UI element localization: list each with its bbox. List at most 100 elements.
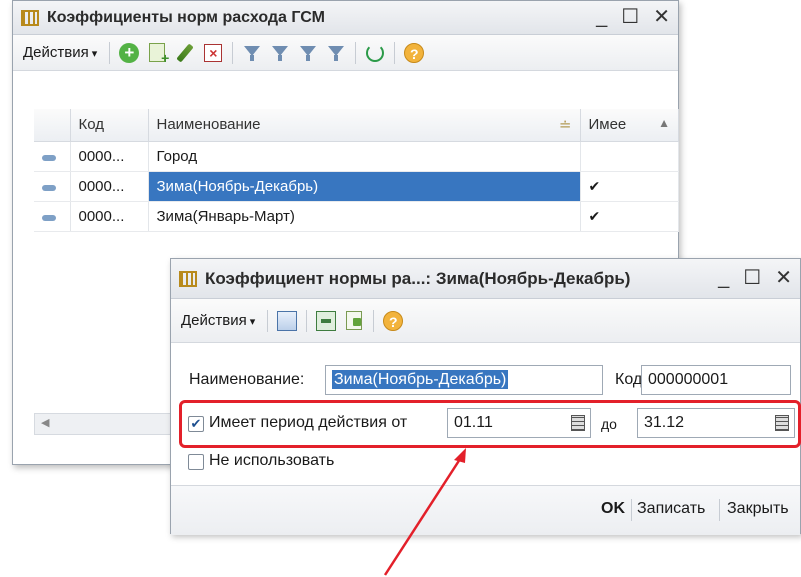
- not-use-label: Не использовать: [209, 452, 335, 469]
- table-row[interactable]: 0000... Зима(Январь-Март) ✔: [34, 201, 679, 232]
- help-icon: ?: [383, 310, 404, 331]
- row-marker: [34, 171, 71, 202]
- table-row[interactable]: 0000... Город: [34, 141, 679, 172]
- ok-button[interactable]: OK: [601, 500, 625, 518]
- name-label: Наименование:: [189, 371, 305, 388]
- name-field[interactable]: Зима(Ноябрь-Декабрь): [325, 365, 603, 395]
- copy-icon: [149, 43, 169, 66]
- refresh-button[interactable]: [364, 42, 386, 64]
- catalog-icon: [21, 9, 39, 26]
- calendar-icon[interactable]: [775, 415, 789, 431]
- period-to-value: 31.12: [644, 414, 685, 431]
- list-window-title: Коэффициенты норм расхода ГСМ: [47, 8, 325, 26]
- filter-clear-button[interactable]: [325, 42, 347, 64]
- row-marker: [34, 201, 71, 232]
- filter-history-icon: [298, 43, 318, 63]
- column-name[interactable]: Наименование ≐: [148, 109, 581, 142]
- pencil-icon: [176, 42, 195, 63]
- row-name: Город: [148, 141, 581, 172]
- scroll-up-icon[interactable]: ▲: [658, 116, 670, 130]
- not-use-checkbox[interactable]: [188, 454, 204, 470]
- name-field-value: Зима(Ноябрь-Декабрь): [332, 370, 509, 389]
- filter-icon: [242, 43, 262, 63]
- footer-separator: [631, 499, 632, 521]
- row-marker: [34, 141, 71, 172]
- copy-button[interactable]: [146, 42, 169, 66]
- close-button[interactable]: ✕: [775, 266, 792, 290]
- document-button[interactable]: [343, 310, 365, 332]
- form-footer: OK Записать Закрыть: [171, 485, 800, 535]
- form-window: Коэффициент нормы ра...: Зима(Ноябрь-Дек…: [170, 258, 801, 535]
- move-icon: [277, 310, 298, 331]
- has-period-label: Имеет период действия от: [209, 414, 408, 431]
- filter-history-button[interactable]: [297, 42, 319, 64]
- move-to-group-button[interactable]: [276, 310, 298, 332]
- delete-button[interactable]: ×: [202, 42, 224, 64]
- row-code: 0000...: [70, 171, 149, 202]
- period-to-field[interactable]: 31.12: [637, 408, 795, 438]
- actions-menu[interactable]: Действия: [19, 41, 101, 64]
- maximize-button[interactable]: ☐: [621, 5, 639, 29]
- row-name: Зима(Ноябрь-Декабрь): [148, 171, 581, 202]
- toolbar-separator: [355, 41, 357, 64]
- close-button[interactable]: ✕: [653, 5, 670, 29]
- row-code: 0000...: [70, 201, 149, 232]
- toolbar-separator: [394, 41, 396, 64]
- footer-separator: [719, 499, 720, 521]
- toolbar-separator: [267, 309, 269, 332]
- minimize-button[interactable]: _: [718, 266, 729, 290]
- toolbar-separator: [232, 41, 234, 64]
- delete-icon: ×: [204, 43, 223, 62]
- row-has-period: ✔: [580, 201, 679, 232]
- has-period-checkbox[interactable]: ✔: [188, 416, 204, 432]
- actions-menu[interactable]: Действия: [177, 309, 259, 332]
- maximize-button[interactable]: ☐: [743, 266, 761, 290]
- toolbar-separator: [373, 309, 375, 332]
- filter-clear-icon: [326, 43, 346, 63]
- help-icon: ?: [404, 42, 425, 63]
- structure-button[interactable]: [315, 310, 337, 332]
- column-code[interactable]: Код: [70, 109, 149, 142]
- code-field[interactable]: 000000001: [641, 365, 791, 395]
- filter-value-icon: [270, 43, 290, 63]
- help-button[interactable]: ?: [382, 310, 404, 332]
- row-code: 0000...: [70, 141, 149, 172]
- row-has-period: [580, 141, 679, 172]
- edit-button[interactable]: [174, 42, 196, 64]
- filter-set-button[interactable]: [241, 42, 263, 64]
- item-icon: [42, 184, 56, 191]
- structure-icon: [316, 310, 337, 331]
- list-window-titlebar: Коэффициенты норм расхода ГСМ _ ☐ ✕: [13, 1, 678, 35]
- document-icon: [346, 311, 363, 330]
- refresh-icon: [366, 43, 385, 62]
- add-icon: +: [119, 42, 140, 63]
- column-marker: [34, 109, 71, 142]
- row-has-period: ✔: [580, 171, 679, 202]
- item-icon: [42, 154, 56, 161]
- column-has-period[interactable]: Имее ▲: [580, 109, 679, 142]
- table-row-selected[interactable]: 0000... Зима(Ноябрь-Декабрь) ✔: [34, 171, 679, 202]
- form-window-titlebar: Коэффициент нормы ра...: Зима(Ноябрь-Дек…: [171, 259, 800, 299]
- save-button[interactable]: Записать: [637, 500, 705, 518]
- row-name: Зима(Январь-Март): [148, 201, 581, 232]
- filter-by-value-button[interactable]: [269, 42, 291, 64]
- toolbar-separator: [109, 41, 111, 64]
- period-to-label: до: [601, 416, 617, 432]
- minimize-button[interactable]: _: [596, 5, 607, 29]
- scroll-left-icon[interactable]: ◀: [41, 416, 49, 429]
- list-toolbar: Действия + × ?: [13, 35, 678, 71]
- catalog-table: Код Наименование ≐ Имее ▲ 0000... Город 00…: [34, 109, 679, 232]
- form-toolbar: Действия ?: [171, 299, 800, 343]
- calendar-icon[interactable]: [571, 415, 585, 431]
- item-icon: [42, 214, 56, 221]
- period-from-value: 01.11: [454, 414, 493, 431]
- catalog-item-icon: [179, 270, 197, 287]
- add-button[interactable]: +: [118, 42, 140, 64]
- close-form-button[interactable]: Закрыть: [727, 500, 789, 518]
- column-name-label: Наименование: [156, 115, 261, 133]
- period-from-field[interactable]: 01.11: [447, 408, 591, 438]
- toolbar-separator: [306, 309, 308, 332]
- sort-icon: ≐: [558, 116, 572, 134]
- column-has-period-label: Имее: [588, 116, 627, 134]
- help-button[interactable]: ?: [403, 42, 425, 64]
